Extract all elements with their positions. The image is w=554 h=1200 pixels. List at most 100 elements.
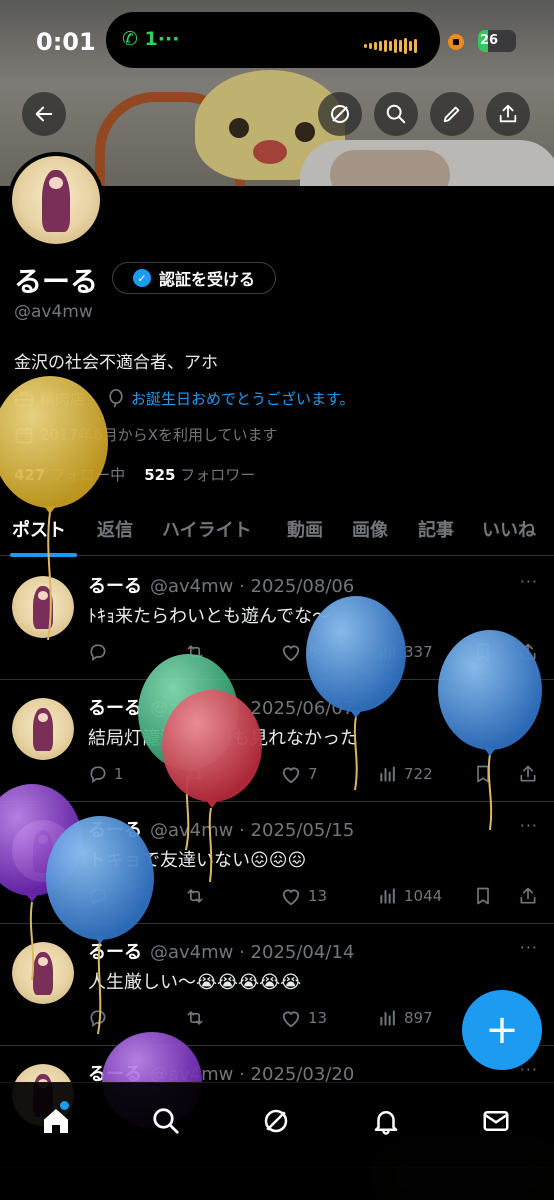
post-avatar[interactable] [12, 698, 74, 760]
share-post-button[interactable] [518, 764, 538, 784]
followers-link[interactable]: 525 フォロワー [144, 466, 255, 484]
repost-icon [184, 764, 206, 784]
bookmark-icon [474, 886, 492, 906]
reply-button[interactable] [88, 1008, 114, 1028]
share-icon [518, 886, 538, 906]
views-button[interactable]: 337 [378, 642, 433, 662]
edit-button[interactable] [430, 92, 474, 136]
share-post-button[interactable] [518, 642, 538, 662]
post-item[interactable]: るーる @av4mw · 2025/05/15 ··· トキョで友達いない😖😖😖 13 1… [0, 802, 554, 924]
tab-videos[interactable]: 動画 [287, 516, 323, 542]
follow-stats: 427 フォロー中 525 フォロワー [14, 464, 255, 485]
post-avatar[interactable] [12, 942, 74, 1004]
profile-name: るーる [14, 265, 99, 298]
more-options-icon[interactable]: ··· [520, 694, 538, 713]
bookmark-button[interactable] [474, 642, 492, 662]
phone-icon: ✆ [122, 28, 138, 50]
post-item[interactable]: るーる @av4mw · 2025/08/06 ··· ﾄｷｮ来たらわいとも遊んでな～… [0, 558, 554, 680]
views-icon [378, 886, 398, 906]
reply-button[interactable] [88, 886, 114, 906]
share-post-button[interactable] [518, 886, 538, 906]
call-label: 1··· [144, 28, 180, 50]
repost-button[interactable] [184, 642, 212, 662]
reply-icon [88, 764, 108, 784]
grok-icon [264, 1109, 288, 1133]
bottom-navigation [0, 1082, 554, 1200]
verified-badge-icon: ✓ [132, 269, 151, 287]
calendar-icon [15, 427, 33, 443]
tab-posts[interactable]: ポスト [12, 516, 66, 542]
post-avatar[interactable] [12, 576, 74, 638]
edit-icon [443, 106, 460, 123]
post-header: るーる @av4mw · 2025/08/06 [88, 572, 354, 598]
tab-articles[interactable]: 記事 [418, 516, 454, 542]
tab-likes[interactable]: いいね [482, 516, 536, 542]
post-actions: 1 7 722 [88, 764, 542, 792]
post-text: トキョで友達いない😖😖😖 [88, 850, 307, 871]
get-verified-button[interactable]: ✓ 認証を受ける [112, 262, 276, 294]
views-button[interactable]: 897 [378, 1008, 433, 1028]
views-icon [378, 764, 398, 784]
balloon-icon [109, 388, 123, 408]
search-button[interactable] [374, 92, 418, 136]
post-item[interactable]: るーる @av4mw · 2025/06/07 ··· 結局灯籠流し一回も見れなかった… [0, 680, 554, 802]
reply-icon [88, 1008, 108, 1028]
profile-avatar[interactable] [8, 152, 104, 248]
audio-waveform-icon [364, 38, 417, 54]
dynamic-island[interactable]: ✆ 1··· [106, 12, 440, 68]
more-options-icon[interactable]: ··· [520, 938, 538, 957]
bookmark-button[interactable] [474, 764, 492, 784]
more-options-icon[interactable]: ··· [520, 572, 538, 591]
like-button[interactable]: 13 [280, 1008, 327, 1028]
share-icon [518, 642, 538, 662]
nav-notifications[interactable] [366, 1101, 406, 1141]
home-icon [44, 1109, 68, 1133]
post-header: るーる @av4mw · 2025/06/07 [88, 694, 354, 720]
views-button[interactable]: 1044 [378, 886, 442, 906]
post-text: 人生厳しい〜😭😭😭😭😭 [88, 972, 302, 993]
tab-highlights[interactable]: ハイライト [162, 516, 252, 542]
post-author-name: るーる [88, 820, 142, 841]
get-verified-label: 認証を受ける [158, 270, 255, 289]
compose-post-button[interactable]: + [462, 990, 542, 1070]
like-count: 7 [308, 765, 318, 783]
post-avatar[interactable] [12, 820, 74, 882]
birthday-message: お誕生日おめでとうございます。 [131, 390, 355, 408]
repost-button[interactable] [184, 886, 212, 906]
unread-dot [60, 1101, 69, 1110]
search-icon [386, 104, 406, 124]
profile-joined: 2017年6月からXを利用しています [14, 424, 278, 445]
repost-button[interactable] [184, 764, 212, 784]
nav-home[interactable] [36, 1101, 76, 1141]
like-button[interactable]: 8 [280, 642, 318, 662]
views-count: 337 [404, 643, 433, 661]
reply-button[interactable]: 1 [88, 764, 124, 784]
views-button[interactable]: 722 [378, 764, 433, 784]
search-icon [153, 1108, 179, 1134]
nav-grok[interactable] [256, 1101, 296, 1141]
post-text: ﾄｷｮ来たらわいとも遊んでな～ [88, 606, 331, 627]
following-link[interactable]: 427 フォロー中 [14, 466, 125, 484]
share-button[interactable] [486, 92, 530, 136]
bookmark-icon [474, 764, 492, 784]
like-button[interactable]: 13 [280, 886, 327, 906]
reply-icon [88, 886, 108, 906]
post-meta: @av4mw · 2025/08/06 [150, 576, 355, 597]
reply-count: 1 [114, 765, 124, 783]
grok-button[interactable] [318, 92, 362, 136]
like-count: 13 [308, 1009, 328, 1027]
tab-replies[interactable]: 返信 [97, 516, 133, 542]
nav-search[interactable] [146, 1101, 186, 1141]
tab-images[interactable]: 画像 [352, 516, 388, 542]
back-button[interactable] [22, 92, 66, 136]
heart-icon [280, 886, 302, 906]
like-button[interactable]: 7 [280, 764, 318, 784]
reply-button[interactable] [88, 642, 114, 662]
profile-category: 精肉店 [40, 390, 86, 408]
post-header: るーる @av4mw · 2025/05/15 [88, 816, 354, 842]
repost-button[interactable] [184, 1008, 212, 1028]
profile-meta: 精肉店 お誕生日おめでとうございます。 [14, 388, 355, 409]
bookmark-button[interactable] [474, 886, 492, 906]
more-options-icon[interactable]: ··· [520, 816, 538, 835]
nav-messages[interactable] [476, 1101, 516, 1141]
